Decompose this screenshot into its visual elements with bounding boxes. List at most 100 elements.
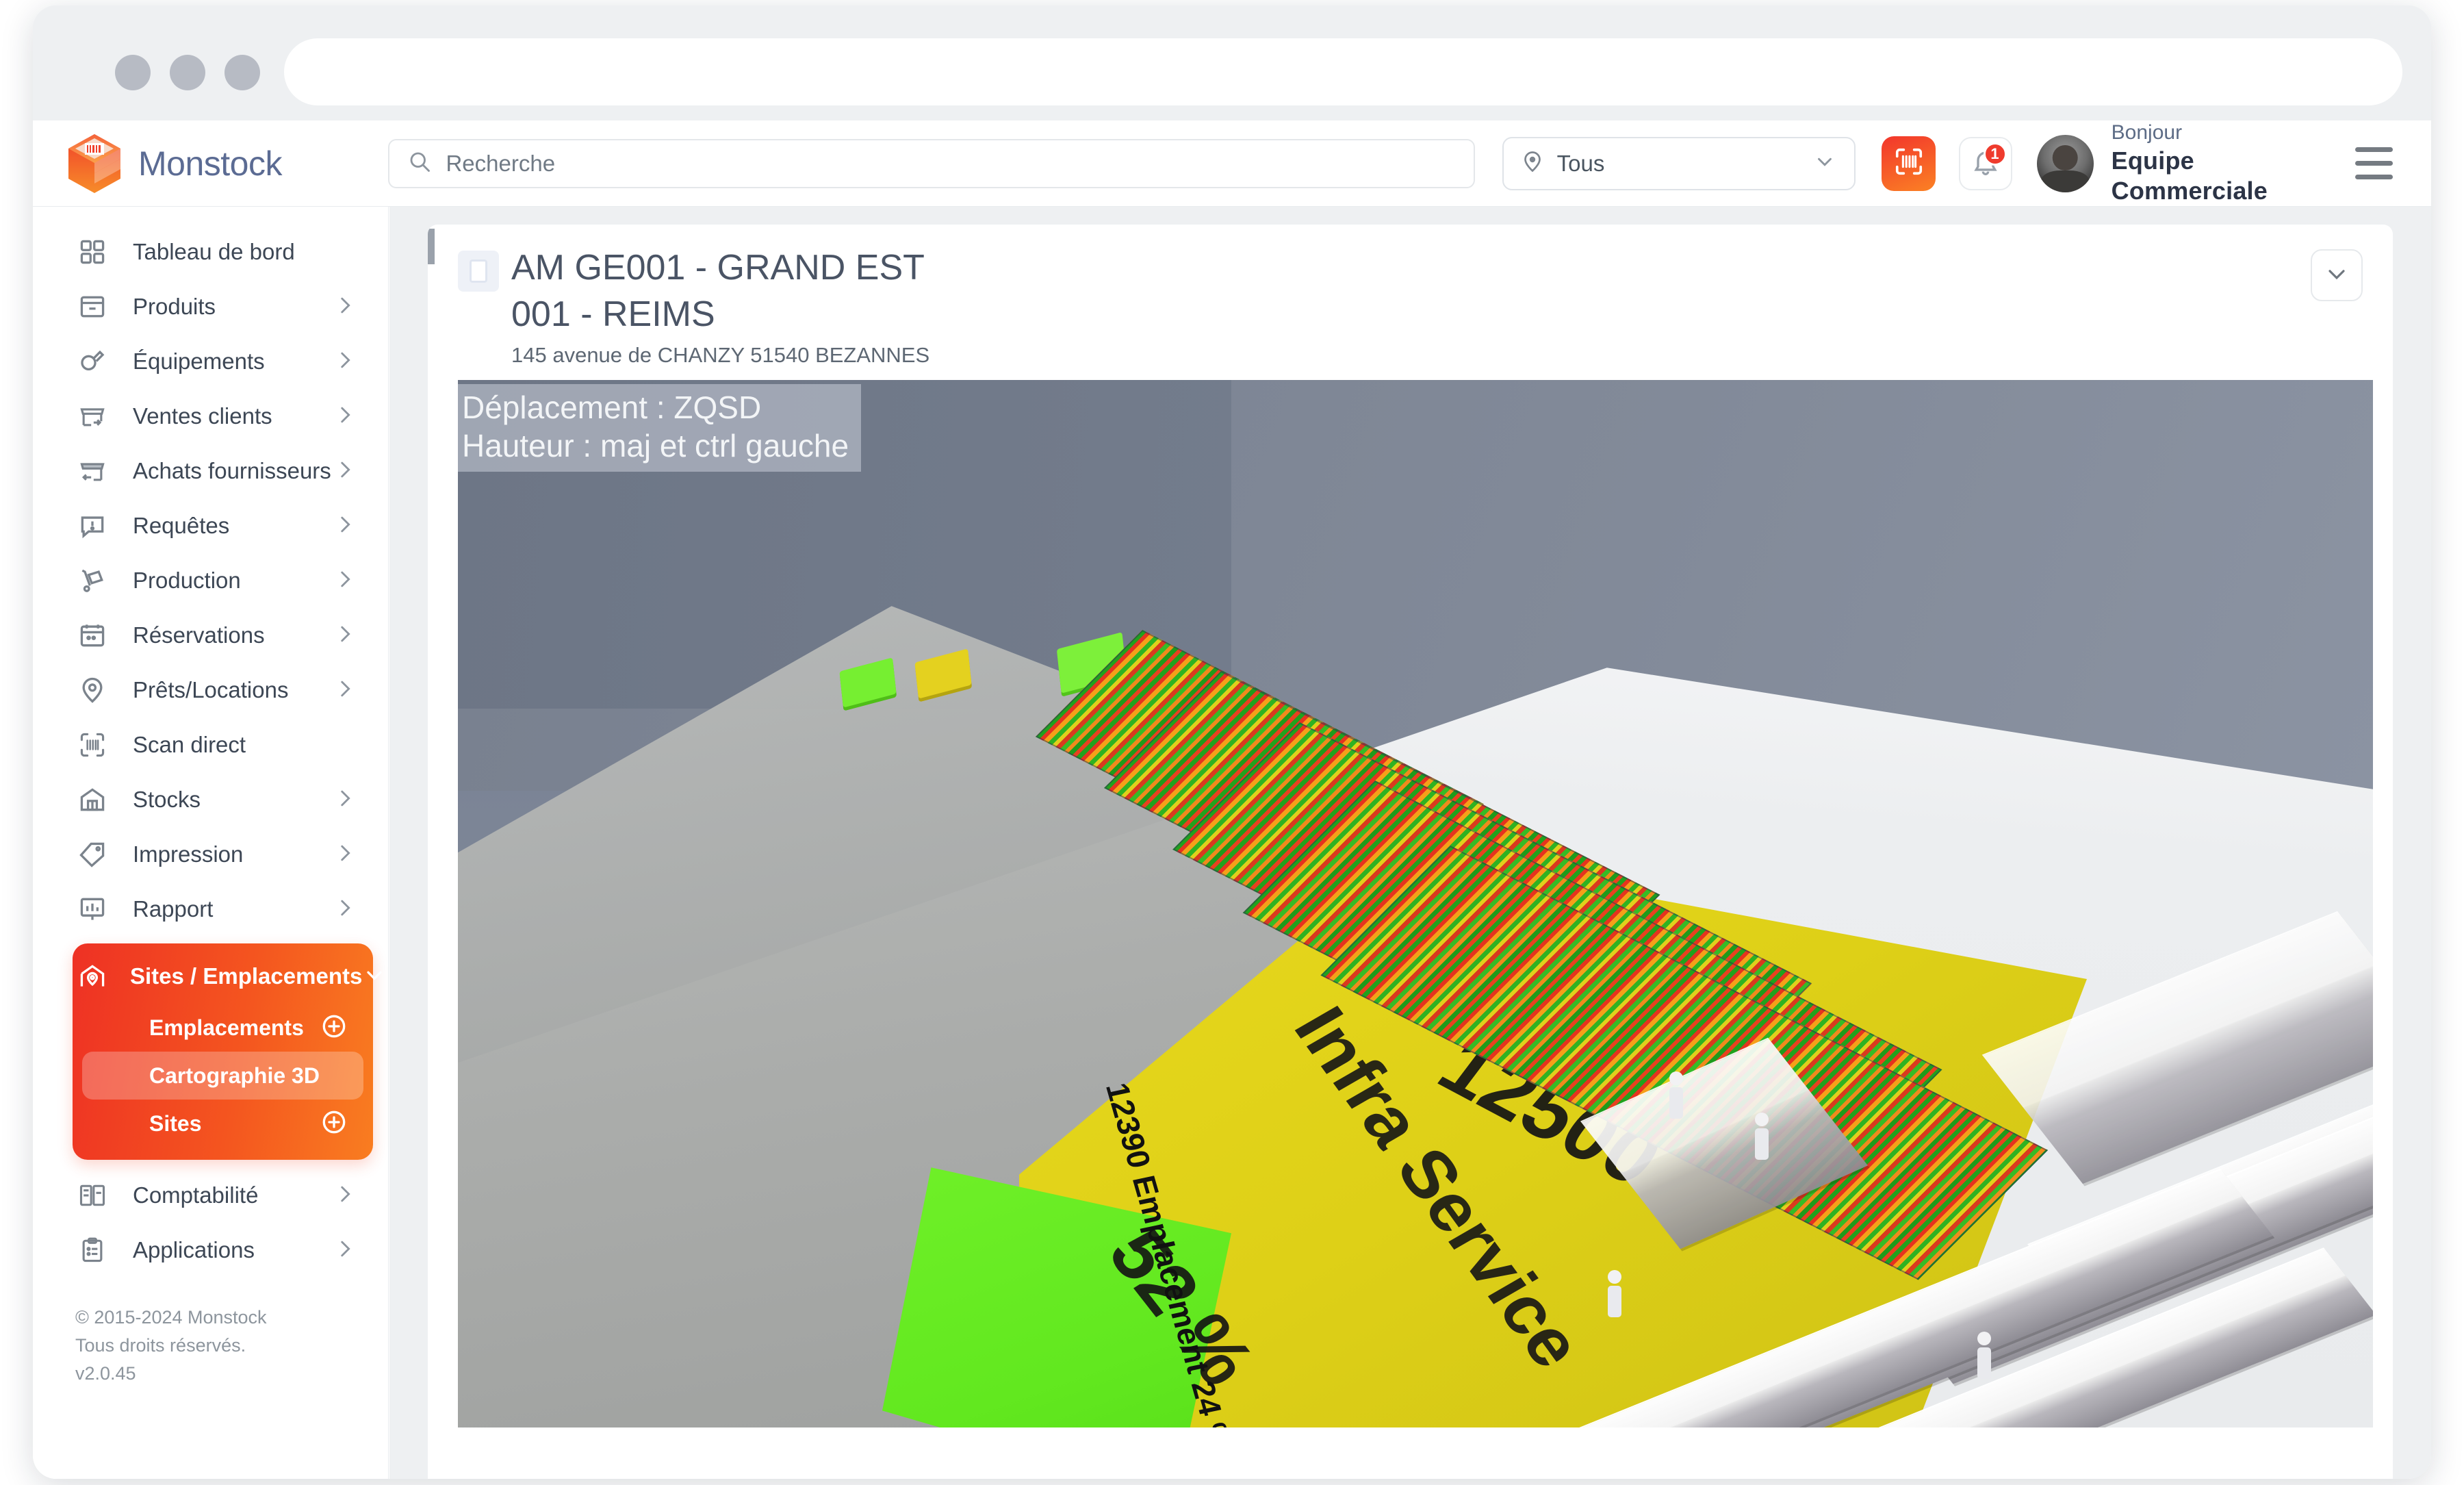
sidebar-item-ventes-clients[interactable]: Ventes clients [33,389,388,444]
brand[interactable]: Monstock [64,131,355,196]
avatar-head [2052,144,2078,170]
avatar[interactable] [2036,134,2094,192]
sidebar-item-label: Comptabilité [133,1182,259,1208]
avatar-body [2041,170,2089,192]
sidebar-item-label: Requêtes [133,513,230,538]
window-minimize-button[interactable] [170,55,205,90]
barcode-scan-button[interactable] [1882,136,1936,191]
scene-worker-figure [1977,1332,1991,1380]
store-in-icon [75,454,110,488]
sidebar: Tableau de bord Produits Équipements Ven… [33,207,389,1479]
scene-worker-figure [1755,1113,1769,1160]
sidebar-item-label: Applications [133,1237,255,1262]
chevron-down-icon [1813,150,1836,177]
sidebar-item-prets-locations[interactable]: Prêts/Locations [33,663,388,718]
sidebar-footer: © 2015-2024 Monstock Tous droits réservé… [33,1278,388,1388]
app-header: Monstock Recherche Tous 1 Bonjour Equipe… [33,120,2431,207]
sidebar-item-comptabilite[interactable]: Comptabilité [33,1168,388,1223]
sidebar-subitem-label: Sites [149,1110,202,1136]
plus-circle-icon[interactable] [320,1108,348,1140]
warehouse-3d-viewport[interactable]: 12500 Infra Service 52 % 12390 Emplaceme… [458,380,2373,1428]
sidebar-item-achats-fournisseurs[interactable]: Achats fournisseurs [33,444,388,498]
chevron-right-icon [333,348,357,375]
search-input[interactable]: Recherche [388,138,1475,188]
sidebar-item-rapport[interactable]: Rapport [33,882,388,937]
sidebar-item-label: Impression [133,841,244,867]
notifications-button[interactable]: 1 [1959,136,2012,190]
chevron-right-icon [333,841,357,868]
page-title: AM GE001 - GRAND EST 001 - REIMS [511,248,924,334]
barcode-scan-icon [1893,146,1925,181]
window-close-button[interactable] [115,55,151,90]
browser-titlebar [33,5,2431,120]
store-out-icon [75,399,110,433]
hand-truck-icon [75,563,110,598]
chevron-right-icon [333,458,357,485]
sidebar-subitem-sites[interactable]: Sites [82,1100,363,1147]
expand-details-button[interactable] [2311,249,2363,301]
plus-circle-icon[interactable] [320,1012,348,1044]
sidebar-item-produits[interactable]: Produits [33,279,388,334]
sidebar-subitem-emplacements[interactable]: Emplacements [82,1004,363,1052]
site-filter-select[interactable]: Tous [1502,136,1856,190]
content-card: AM GE001 - GRAND EST 001 - REIMS 145 ave… [428,225,2393,1479]
sidebar-item-production[interactable]: Production [33,553,388,608]
sidebar-item-sites-emplacements[interactable]: Sites / Emplacements [73,949,382,1004]
chevron-right-icon [333,403,357,430]
sidebar-subitem-cartographie-3d[interactable]: Cartographie 3D [82,1052,363,1100]
viewer-controls-hud: Déplacement : ZQSD Hauteur : maj et ctrl… [458,384,862,472]
sidebar-collapse-button[interactable] [428,229,435,264]
clipboard-icon [75,1233,110,1267]
wrench-icon [75,344,110,379]
sidebar-item-label: Équipements [133,348,265,374]
sidebar-item-applications[interactable]: Applications [33,1223,388,1278]
tag-icon [75,837,110,872]
sidebar-item-reservations[interactable]: Réservations [33,608,388,663]
warehouse-icon [75,783,110,817]
box-icon [75,290,110,324]
footer-version: v2.0.45 [75,1363,136,1384]
footer-copyright: © 2015-2024 Monstock [75,1307,267,1328]
sidebar-subitem-label: Emplacements [149,1015,304,1040]
user-greeting[interactable]: Bonjour Equipe Commerciale [2112,120,2355,205]
sidebar-item-label: Produits [133,294,216,319]
footer-rights: Tous droits réservés. [75,1335,246,1356]
dashboard-grid-icon [75,235,110,269]
sidebar-group-label: Sites / Emplacements [130,963,363,989]
search-placeholder: Recherche [446,150,556,176]
chevron-down-icon [362,963,387,991]
chevron-right-icon [333,513,357,540]
sidebar-item-tableau-de-bord[interactable]: Tableau de bord [33,225,388,279]
site-header: AM GE001 - GRAND EST 001 - REIMS 145 ave… [458,245,2363,368]
chevron-down-icon [2323,260,2350,291]
search-icon [407,149,432,177]
barcode-scan-icon [75,728,110,762]
chevron-right-icon [333,294,357,320]
sidebar-item-equipements[interactable]: Équipements [33,334,388,389]
sidebar-item-scan-direct[interactable]: Scan direct [33,718,388,772]
chevron-right-icon [333,677,357,704]
report-chart-icon [75,892,110,926]
site-thumbnail-icon [458,251,499,292]
sidebar-item-requetes[interactable]: Requêtes [33,498,388,553]
chevron-right-icon [333,896,357,923]
sidebar-item-label: Réservations [133,622,265,648]
sidebar-subitem-label: Cartographie 3D [149,1063,320,1088]
hud-line-movement: Déplacement : ZQSD [462,390,762,426]
location-pin-icon [75,673,110,707]
window-maximize-button[interactable] [224,55,260,90]
browser-url-bar[interactable] [284,38,2402,105]
hamburger-menu-icon[interactable] [2354,147,2393,179]
browser-window: Monstock Recherche Tous 1 Bonjour Equipe… [33,5,2431,1479]
sidebar-item-label: Tableau de bord [133,239,295,264]
sidebar-item-label: Achats fournisseurs [133,458,331,483]
scene-worker-figure [1669,1071,1683,1119]
sidebar-item-impression[interactable]: Impression [33,827,388,882]
chevron-right-icon [333,622,357,649]
hud-line-height: Hauteur : maj et ctrl gauche [462,428,849,464]
sidebar-item-label: Rapport [133,896,214,922]
sidebar-item-stocks[interactable]: Stocks [33,772,388,827]
location-pin-icon [1520,149,1545,177]
site-filter-value: Tous [1556,150,1605,176]
sidebar-item-label: Scan direct [133,732,246,757]
